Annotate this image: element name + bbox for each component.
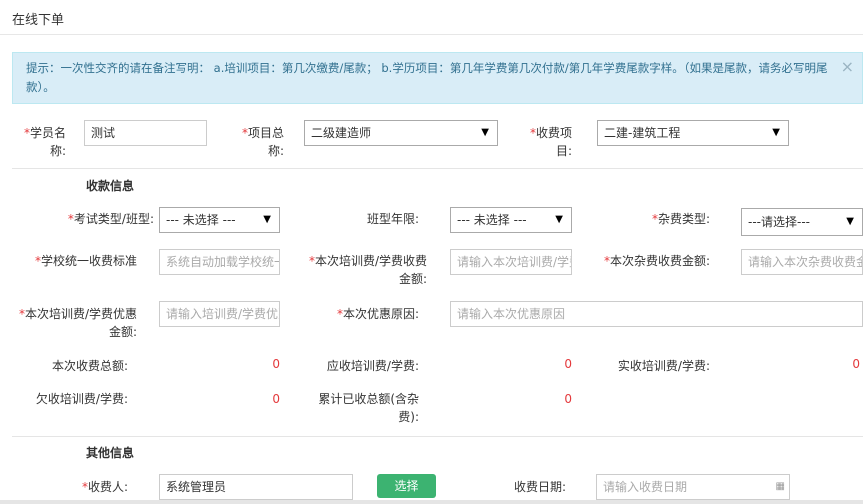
class-year-label: 班型年限:: [366, 212, 419, 226]
page-header: 在线下单: [0, 0, 863, 35]
discount-label: *本次培训费/学费优惠 金额:: [18, 307, 137, 339]
other-section-title: 其他信息: [86, 446, 135, 460]
cumulative-value: 0: [564, 392, 572, 406]
this-fee-label: *本次培训费/学费收费 金额:: [308, 254, 427, 286]
total-label: 本次收费总额:: [51, 359, 128, 373]
discount-input[interactable]: 请输入培训费/学费优惠金额: [159, 301, 280, 327]
project-name-label: *项目总 称:: [241, 126, 284, 158]
student-name-input[interactable]: 测试: [84, 120, 207, 146]
tip-alert: 提示：一次性交齐的请在备注写明： a.培训项目：第几次缴费/尾款； b.学历项目…: [12, 52, 863, 104]
owed-label: 欠收培训费/学费:: [35, 392, 128, 406]
chevron-down-icon: ▼: [846, 216, 854, 227]
charge-date-input[interactable]: 请输入收费日期 ▦: [596, 474, 790, 500]
school-standard-label: *学校统一收费标准: [34, 254, 137, 268]
exam-type-label: *考试类型/班型:: [67, 212, 154, 226]
tip-alert-text: 提示：一次性交齐的请在备注写明： a.培训项目：第几次缴费/尾款； b.学历项目…: [26, 61, 828, 94]
divider: [12, 436, 863, 437]
chevron-down-icon: ▼: [772, 127, 780, 138]
misc-type-select[interactable]: ---请选择--- ▼: [741, 208, 863, 236]
calendar-icon[interactable]: ▦: [776, 475, 785, 499]
owed-value: 0: [272, 392, 280, 406]
this-misc-label: *本次杂费收费金额:: [603, 254, 710, 268]
student-name-label: *学员名 称:: [23, 126, 66, 158]
payment-section-title: 收款信息: [86, 179, 135, 193]
choose-payee-button[interactable]: 选择: [377, 474, 436, 498]
chevron-down-icon: ▼: [555, 214, 563, 225]
exam-type-select[interactable]: --- 未选择 --- ▼: [159, 207, 280, 233]
chevron-down-icon: ▼: [481, 127, 489, 138]
charge-date-label: 收费日期:: [513, 480, 566, 494]
this-misc-input[interactable]: 请输入本次杂费收费金额: [741, 249, 863, 275]
this-fee-input[interactable]: 请输入本次培训费/学费收费金额: [450, 249, 572, 275]
actual-value: 0: [852, 357, 860, 371]
class-year-select[interactable]: --- 未选择 --- ▼: [450, 207, 572, 233]
close-icon[interactable]: ×: [841, 57, 854, 76]
actual-label: 实收培训费/学费:: [617, 359, 710, 373]
bottom-scrollbar[interactable]: [0, 500, 863, 504]
receivable-value: 0: [564, 357, 572, 371]
receivable-label: 应收培训费/学费:: [326, 359, 419, 373]
discount-reason-label: *本次优惠原因:: [336, 307, 419, 321]
misc-type-label: *杂费类型:: [651, 212, 710, 226]
charge-item-label: *收费项 目:: [529, 126, 572, 158]
payee-input[interactable]: 系统管理员: [159, 474, 353, 500]
project-name-select[interactable]: 二级建造师 ▼: [304, 120, 498, 146]
total-value: 0: [272, 357, 280, 371]
charge-item-select[interactable]: 二建-建筑工程 ▼: [597, 120, 789, 146]
discount-reason-input[interactable]: 请输入本次优惠原因: [450, 301, 863, 327]
chevron-down-icon: ▼: [263, 214, 271, 225]
cumulative-label: 累计已收总额(含杂 费):: [318, 392, 419, 424]
page-title: 在线下单: [12, 13, 65, 28]
divider: [12, 168, 863, 169]
payee-label: *收费人:: [81, 480, 128, 494]
school-standard-input[interactable]: 系统自动加载学校统一收费标准: [159, 249, 280, 275]
